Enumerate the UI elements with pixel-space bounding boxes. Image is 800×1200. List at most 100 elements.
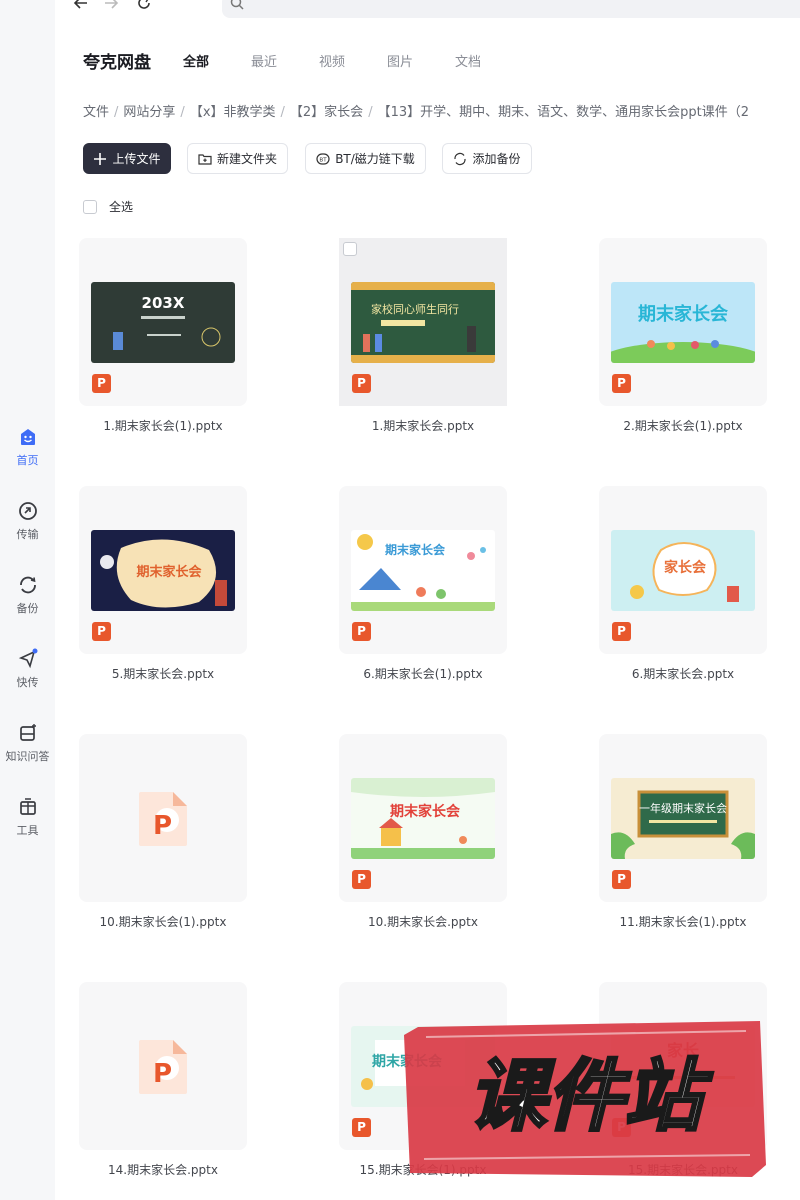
- select-all-label: 全选: [109, 200, 134, 214]
- file-card[interactable]: 203X P: [79, 238, 247, 406]
- upload-button-label: 上传文件: [112, 152, 161, 166]
- file-card[interactable]: P: [79, 734, 247, 902]
- ppt-file-icon: P: [612, 622, 631, 641]
- breadcrumb-separator: /: [280, 105, 285, 120]
- breadcrumb-item[interactable]: 【2】家长会: [290, 105, 363, 120]
- tab-recent[interactable]: 最近: [251, 51, 277, 70]
- tab-document[interactable]: 文档: [455, 51, 481, 70]
- file-card[interactable]: 家校同心师生同行 P: [339, 238, 507, 406]
- sidebar-item-home[interactable]: 首页: [0, 426, 55, 468]
- tab-image[interactable]: 图片: [387, 51, 413, 70]
- thumb-title: 一年级期末家长会: [639, 801, 727, 815]
- knowledge-qa-icon: [19, 724, 36, 741]
- sidebar-item-tools[interactable]: 工具: [0, 796, 55, 838]
- add-backup-button[interactable]: 添加备份: [442, 143, 532, 174]
- sidebar-item-transfer[interactable]: 传输: [0, 500, 55, 542]
- thumb-title: 期末家长会: [390, 803, 461, 820]
- breadcrumb: 文件 / 网站分享 / 【x】非教学类 / 【2】家长会 / 【13】开学、期中、期末、语文、数…: [83, 101, 800, 120]
- sidebar-item-quick-send[interactable]: 快传: [0, 648, 55, 690]
- quick-send-icon: [18, 648, 37, 669]
- tab-video[interactable]: 视频: [319, 51, 345, 70]
- sidebar-item-label: 工具: [16, 824, 39, 837]
- breadcrumb-current[interactable]: 【13】开学、期中、期末、语文、数学、通用家长会ppt课件（2: [378, 105, 749, 120]
- thumb-title: 家长会: [664, 559, 707, 576]
- file-thumbnail: 203X: [91, 282, 235, 363]
- file-thumbnail: 期末家长会: [91, 530, 235, 611]
- file-name[interactable]: 1.期末家长会.pptx: [323, 417, 523, 434]
- select-all-checkbox[interactable]: [83, 199, 97, 214]
- file-thumbnail: 家长会: [611, 530, 755, 611]
- file-checkbox[interactable]: [343, 242, 357, 256]
- file-name[interactable]: 6.期末家长会(1).pptx: [323, 665, 523, 682]
- backup-icon: [454, 152, 467, 165]
- breadcrumb-item[interactable]: 网站分享: [123, 105, 175, 120]
- sidebar-item-label: 备份: [16, 602, 39, 615]
- thumb-title: 203X: [142, 294, 185, 312]
- file-card[interactable]: P: [79, 982, 247, 1150]
- search-icon: [230, 0, 244, 10]
- file-name[interactable]: 10.期末家长会.pptx: [323, 913, 523, 930]
- sidebar-item-backup[interactable]: 备份: [0, 574, 55, 616]
- ppt-file-icon: P: [92, 622, 111, 641]
- select-all[interactable]: 全选: [83, 198, 133, 215]
- ppt-file-icon: P: [352, 870, 371, 889]
- file-thumbnail: 期末家长会: [351, 778, 495, 859]
- tab-all[interactable]: 全部: [183, 51, 209, 70]
- toolbox-icon: [19, 798, 36, 815]
- bt-download-button-label: BT/磁力链下载: [335, 152, 415, 166]
- file-card[interactable]: 期末家长会 P: [599, 238, 767, 406]
- arrow-right-icon[interactable]: [103, 0, 119, 10]
- home-smile-icon: [20, 429, 35, 445]
- file-name[interactable]: 11.期末家长会(1).pptx: [583, 913, 783, 930]
- thumb-title: 家校同心师生同行: [371, 302, 459, 316]
- ppt-file-icon: P: [612, 870, 631, 889]
- file-card[interactable]: 家长会 P: [599, 486, 767, 654]
- svg-text:P: P: [153, 1059, 172, 1089]
- watermark-text: 课件站: [468, 1052, 713, 1142]
- ppt-file-icon: P: [612, 374, 631, 393]
- sidebar-item-knowledge-qa[interactable]: 知识问答: [0, 722, 55, 764]
- file-thumbnail: 期末家长会: [611, 282, 755, 363]
- sidebar-item-label: 首页: [16, 454, 39, 467]
- bt-download-button[interactable]: BT BT/磁力链下载: [305, 143, 426, 174]
- sidebar-item-label: 知识问答: [5, 750, 50, 763]
- file-card[interactable]: 期末家长会 P: [339, 734, 507, 902]
- sidebar-item-label: 传输: [16, 528, 39, 541]
- ppt-file-large-icon: P: [139, 792, 187, 846]
- svg-text:P: P: [153, 811, 172, 841]
- ppt-file-icon: P: [352, 374, 371, 393]
- file-name[interactable]: 6.期末家长会.pptx: [583, 665, 783, 682]
- new-folder-button-label: 新建文件夹: [216, 152, 277, 166]
- file-name[interactable]: 1.期末家长会(1).pptx: [63, 417, 263, 434]
- breadcrumb-separator: /: [180, 105, 185, 120]
- arrow-left-icon[interactable]: [73, 0, 89, 10]
- reload-icon[interactable]: [136, 0, 152, 11]
- file-thumbnail: 家校同心师生同行: [351, 282, 495, 363]
- breadcrumb-item[interactable]: 【x】非教学类: [190, 105, 276, 120]
- thumb-title: 期末家长会: [136, 564, 202, 580]
- sidebar: 首页 传输 备份 快传 知识问答 工具: [0, 0, 55, 1200]
- thumb-title: 期末家长会: [638, 303, 728, 325]
- folder-plus-icon: [198, 153, 212, 165]
- file-card[interactable]: 一年级期末家长会 P: [599, 734, 767, 902]
- file-name[interactable]: 14.期末家长会.pptx: [63, 1161, 263, 1178]
- file-name[interactable]: 5.期末家长会.pptx: [63, 665, 263, 682]
- file-name[interactable]: 10.期末家长会(1).pptx: [63, 913, 263, 930]
- breadcrumb-item[interactable]: 文件: [83, 105, 109, 120]
- address-bar[interactable]: [222, 0, 800, 18]
- sidebar-item-label: 快传: [16, 676, 39, 689]
- file-thumbnail: 期末家长会: [351, 530, 495, 611]
- plus-icon: [94, 152, 107, 165]
- file-card[interactable]: 期末家长会 P: [79, 486, 247, 654]
- thumb-title: 期末家长会: [385, 542, 446, 557]
- file-name[interactable]: 2.期末家长会(1).pptx: [583, 417, 783, 434]
- file-thumbnail: 一年级期末家长会: [611, 778, 755, 859]
- new-folder-button[interactable]: 新建文件夹: [187, 143, 288, 174]
- browser-toolbar: [55, 0, 800, 22]
- breadcrumb-separator: /: [114, 105, 119, 120]
- backup-icon: [19, 576, 36, 594]
- bt-magnet-icon: BT: [316, 152, 330, 165]
- ppt-file-icon: P: [92, 374, 111, 393]
- upload-button[interactable]: 上传文件: [83, 143, 171, 174]
- file-card[interactable]: 期末家长会 P: [339, 486, 507, 654]
